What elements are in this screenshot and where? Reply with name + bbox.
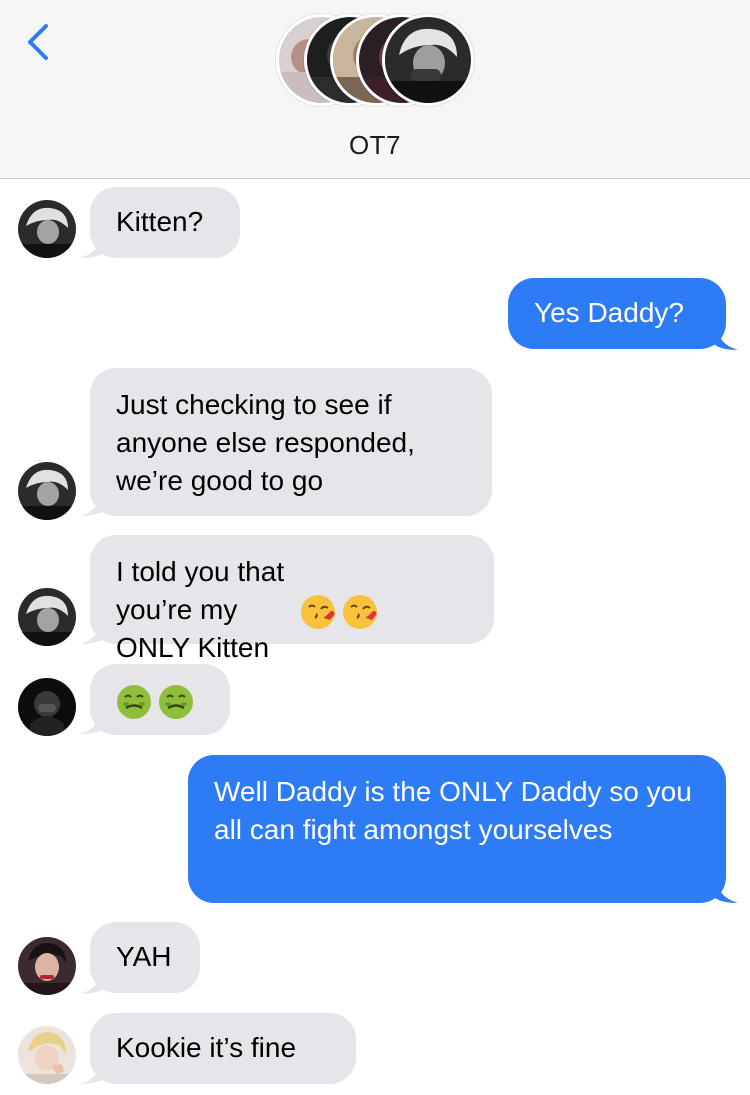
imessage-screen: OT7 Kitten? Yes Daddy? Just checking to … <box>0 0 750 1095</box>
nauseated-face-emoji <box>117 684 151 719</box>
message-bubble-incoming[interactable]: Just checking to see if anyone else resp… <box>90 368 492 516</box>
message-bubble-incoming[interactable]: Kitten? <box>90 187 240 258</box>
sender-avatar[interactable] <box>18 588 76 646</box>
message-bubble-incoming[interactable]: I told you that you’re my ONLY Kitten <box>90 535 494 663</box>
message-bubble-incoming[interactable] <box>90 664 230 735</box>
bubble-tail <box>712 328 738 350</box>
message-text: Kitten? <box>116 206 204 237</box>
sender-avatar[interactable] <box>18 462 76 520</box>
sender-avatar[interactable] <box>18 678 76 736</box>
message-bubble-incoming[interactable]: YAH <box>90 922 200 993</box>
sender-avatar[interactable] <box>18 200 76 258</box>
conversation-header: OT7 <box>0 0 750 179</box>
message-text: Just checking to see if anyone else resp… <box>116 389 415 496</box>
sender-avatar[interactable] <box>18 1026 76 1084</box>
message-bubble-incoming[interactable]: Kookie it’s fine <box>90 1013 356 1084</box>
message-bubble-outgoing[interactable]: Well Daddy is the ONLY Daddy so you all … <box>188 755 726 903</box>
group-name[interactable]: OT7 <box>0 130 750 161</box>
kissing-heart-emoji <box>343 594 377 629</box>
nauseated-face-emoji <box>159 684 193 719</box>
chevron-left-icon <box>28 24 48 60</box>
group-avatar-stack[interactable] <box>274 14 476 114</box>
sender-avatar[interactable] <box>18 937 76 995</box>
message-text: I told you that you’re my ONLY Kitten <box>116 556 285 663</box>
kissing-heart-emoji <box>301 594 335 629</box>
group-member-avatar <box>382 14 474 106</box>
message-text: Kookie it’s fine <box>116 1032 297 1063</box>
message-text: Yes Daddy? <box>534 297 684 328</box>
message-text: Well Daddy is the ONLY Daddy so you all … <box>214 776 692 845</box>
message-bubble-outgoing[interactable]: Yes Daddy? <box>508 278 726 349</box>
bubble-tail <box>712 881 738 903</box>
back-button[interactable] <box>22 22 56 62</box>
message-text: YAH <box>116 941 172 972</box>
